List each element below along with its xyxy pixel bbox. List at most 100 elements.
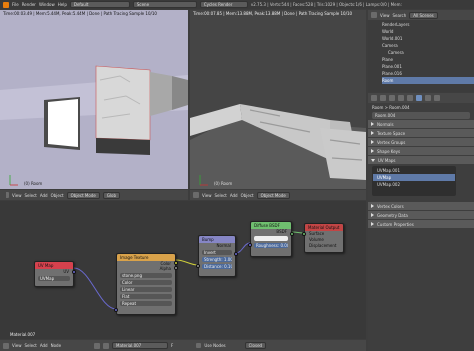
- mesh-data-tab-icon[interactable]: [416, 95, 422, 101]
- uv-map-item[interactable]: UVMap.002: [373, 181, 455, 188]
- input-socket-surface[interactable]: [302, 232, 306, 236]
- input-socket-normal[interactable]: [248, 243, 252, 247]
- projection-select[interactable]: Flat: [120, 294, 172, 299]
- editor-type-icon[interactable]: [193, 192, 199, 198]
- node-input-label: Displacement: [309, 243, 337, 248]
- object-icon[interactable]: [103, 342, 110, 349]
- collapsed-arrow-icon: [371, 204, 374, 208]
- node-editor[interactable]: UV Map UV UVMap Image Texture Color Alph…: [0, 201, 366, 339]
- layout-select[interactable]: Default: [69, 1, 130, 8]
- shader-type-icon[interactable]: [94, 342, 101, 349]
- right-mode-select[interactable]: Object Mode: [256, 191, 290, 199]
- render-tab-icon[interactable]: [371, 95, 377, 101]
- render-engine-select[interactable]: Cycles Render: [199, 1, 248, 8]
- left-mode-select[interactable]: Object Mode: [66, 191, 100, 199]
- input-socket-vector[interactable]: [114, 308, 118, 312]
- distance-field[interactable]: Distance: 0.100: [202, 264, 232, 269]
- extension-select[interactable]: Repeat: [120, 301, 172, 306]
- diffuse-color-field[interactable]: [254, 236, 288, 241]
- panel-texture-space[interactable]: Texture Space: [368, 129, 474, 137]
- material-output-node[interactable]: Material Output Surface Volume Displacem…: [302, 223, 344, 253]
- outliner-item[interactable]: Plane: [382, 56, 474, 63]
- menu-file[interactable]: File: [12, 2, 19, 7]
- right-menu-object[interactable]: Object: [241, 193, 254, 198]
- collapsed-arrow-icon: [371, 122, 374, 126]
- node-output-label: Alpha: [159, 266, 171, 271]
- editor-type-icon[interactable]: [3, 342, 9, 349]
- image-texture-node[interactable]: Image Texture Color Alpha stone.png Colo…: [114, 253, 178, 315]
- left-viewport[interactable]: Time:00:03.49 | Mem:5.44M, Peak:5.44M | …: [0, 10, 188, 189]
- output-socket-bsdf[interactable]: [290, 232, 294, 236]
- outliner-item[interactable]: Camera: [382, 49, 474, 56]
- material-tab-icon[interactable]: [425, 95, 431, 101]
- color-space-select[interactable]: Color: [120, 280, 172, 285]
- menu-help[interactable]: Help: [58, 2, 67, 7]
- collapsed-arrow-icon: [371, 213, 374, 217]
- outliner-item[interactable]: Plane.016: [382, 70, 474, 77]
- strength-field[interactable]: Strength: 1.000: [202, 257, 232, 262]
- editor-type-icon[interactable]: [371, 12, 377, 18]
- panel-vertex-colors[interactable]: Vertex Colors: [368, 202, 474, 210]
- image-select[interactable]: stone.png: [120, 273, 172, 278]
- panel-geometry-data[interactable]: Geometry Data: [368, 211, 474, 219]
- material-select[interactable]: Material.007: [112, 342, 169, 349]
- outliner-item[interactable]: Plane.001: [382, 63, 474, 70]
- outliner-scenes-select[interactable]: All Scenes: [409, 11, 438, 19]
- right-menu-select[interactable]: Select: [215, 193, 227, 198]
- texture-tab-icon[interactable]: [434, 95, 440, 101]
- panel-shape-keys[interactable]: Shape Keys: [368, 147, 474, 155]
- uv-map-item-active[interactable]: UVMap: [373, 174, 455, 181]
- uv-map-item[interactable]: UVMap.001: [373, 167, 455, 174]
- menu-window[interactable]: Window: [39, 2, 55, 7]
- outliner-item[interactable]: World: [382, 28, 474, 35]
- outliner-item[interactable]: World.001: [382, 35, 474, 42]
- object-tab-icon[interactable]: [398, 95, 404, 101]
- right-menu-add[interactable]: Add: [230, 193, 238, 198]
- node-menu-node[interactable]: Node: [51, 343, 61, 348]
- outliner-item[interactable]: Camera: [382, 42, 474, 49]
- left-global-select[interactable]: Glob: [102, 191, 121, 199]
- scene-select[interactable]: Scene: [132, 1, 197, 8]
- output-socket-uv[interactable]: [72, 270, 76, 274]
- output-socket-normal[interactable]: [234, 252, 238, 256]
- diffuse-bsdf-node[interactable]: Diffuse BSDF BSDF Roughness: 0.000: [248, 221, 294, 257]
- node-tree-label: Material.007: [10, 332, 36, 337]
- blender-logo-icon[interactable]: [3, 1, 9, 8]
- collapsed-arrow-icon: [371, 140, 374, 144]
- outliner-item-selected[interactable]: Room: [382, 77, 474, 84]
- uv-map-node[interactable]: UV Map UV UVMap: [34, 261, 76, 287]
- node-menu-view[interactable]: View: [12, 343, 22, 348]
- output-socket-color[interactable]: [174, 261, 178, 265]
- right-viewport[interactable]: Time:00:07.85 | Mem:13.88M, Peak:13.88M …: [190, 10, 366, 189]
- world-tab-icon[interactable]: [389, 95, 395, 101]
- node-menu-add[interactable]: Add: [40, 343, 48, 348]
- roughness-field[interactable]: Roughness: 0.000: [254, 243, 288, 248]
- mesh-name-field[interactable]: Room.004: [372, 112, 470, 119]
- outliner-view[interactable]: View: [380, 13, 390, 18]
- left-menu-select[interactable]: Select: [25, 193, 37, 198]
- uv-map-field[interactable]: UVMap: [38, 276, 70, 281]
- panel-normals[interactable]: Normals: [368, 120, 474, 128]
- fake-user-button[interactable]: F: [171, 343, 173, 348]
- left-menu-view[interactable]: View: [12, 193, 22, 198]
- panel-vertex-groups[interactable]: Vertex Groups: [368, 138, 474, 146]
- closed-select[interactable]: Closed: [244, 342, 267, 349]
- outliner-item[interactable]: RenderLayers: [382, 21, 474, 28]
- modifier-tab-icon[interactable]: [407, 95, 413, 101]
- invert-checkbox[interactable]: Invert: [202, 250, 232, 255]
- interpolation-select[interactable]: Linear: [120, 287, 172, 292]
- input-socket-height[interactable]: [196, 264, 200, 268]
- collapsed-arrow-icon: [371, 131, 374, 135]
- right-menu-view[interactable]: View: [202, 193, 212, 198]
- node-menu-select[interactable]: Select: [25, 343, 37, 348]
- output-socket-alpha[interactable]: [174, 266, 178, 270]
- menu-render[interactable]: Render: [22, 2, 36, 7]
- outliner-search[interactable]: Search: [393, 13, 407, 18]
- panel-uv-maps[interactable]: UV Maps: [368, 156, 474, 164]
- scene-tab-icon[interactable]: [380, 95, 386, 101]
- use-nodes-checkbox-icon[interactable]: [196, 343, 202, 348]
- left-menu-object[interactable]: Object: [51, 193, 64, 198]
- bump-node[interactable]: Bump Normal Invert Strength: 1.000 Dista…: [196, 235, 238, 277]
- left-menu-add[interactable]: Add: [40, 193, 48, 198]
- panel-custom-properties[interactable]: Custom Properties: [368, 220, 474, 228]
